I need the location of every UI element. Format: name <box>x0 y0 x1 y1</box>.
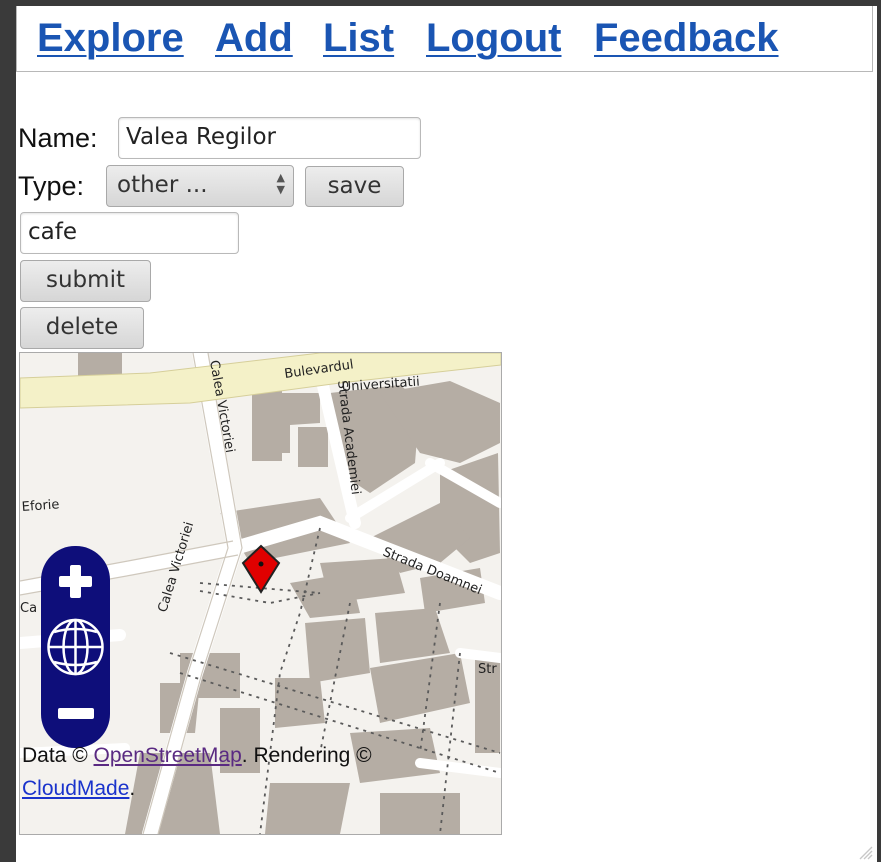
street-label-ca-partial: Ca <box>20 601 37 616</box>
attribution-end: . <box>129 777 136 800</box>
map[interactable]: Bulevardul Universitatii Calea Victoriei… <box>19 352 502 835</box>
plus-icon[interactable] <box>59 565 92 598</box>
attribution-rendering-text: . Rendering © <box>241 744 372 767</box>
name-input-value: Valea Regilor <box>126 124 276 150</box>
save-button[interactable]: save <box>305 166 404 207</box>
globe-icon[interactable] <box>47 618 104 676</box>
type-select[interactable]: other ... ▲ ▼ <box>106 165 294 207</box>
nav-add-link[interactable]: Add <box>215 16 293 61</box>
nav-feedback-link[interactable]: Feedback <box>594 16 779 61</box>
nav-list-link[interactable]: List <box>323 16 394 61</box>
minus-icon[interactable] <box>58 708 94 719</box>
map-attribution: Data © OpenStreetMap. Rendering © CloudM… <box>22 739 462 805</box>
name-input[interactable]: Valea Regilor <box>118 117 421 159</box>
cloudmade-link[interactable]: CloudMade <box>22 777 129 800</box>
select-arrows-icon: ▲ ▼ <box>276 171 285 196</box>
resize-grip-icon[interactable] <box>857 844 873 860</box>
name-label: Name: <box>18 123 98 153</box>
zoom-control <box>41 546 110 748</box>
submit-button[interactable]: submit <box>20 260 151 302</box>
street-label-eforie: Eforie <box>21 497 60 515</box>
nav-explore-link[interactable]: Explore <box>37 16 184 61</box>
street-label-str-partial: Str <box>478 662 497 677</box>
nav-logout-link[interactable]: Logout <box>426 16 562 61</box>
attribution-data-prefix: Data © <box>22 744 94 767</box>
top-nav: Explore Add List Logout Feedback <box>16 6 873 72</box>
custom-type-input[interactable]: cafe <box>20 212 239 254</box>
openstreetmap-link[interactable]: OpenStreetMap <box>94 744 242 767</box>
delete-button[interactable]: delete <box>20 307 144 349</box>
page: Explore Add List Logout Feedback Name: V… <box>16 6 877 862</box>
type-label: Type: <box>18 171 85 201</box>
custom-type-value: cafe <box>28 219 77 245</box>
type-select-value: other ... <box>117 172 208 198</box>
